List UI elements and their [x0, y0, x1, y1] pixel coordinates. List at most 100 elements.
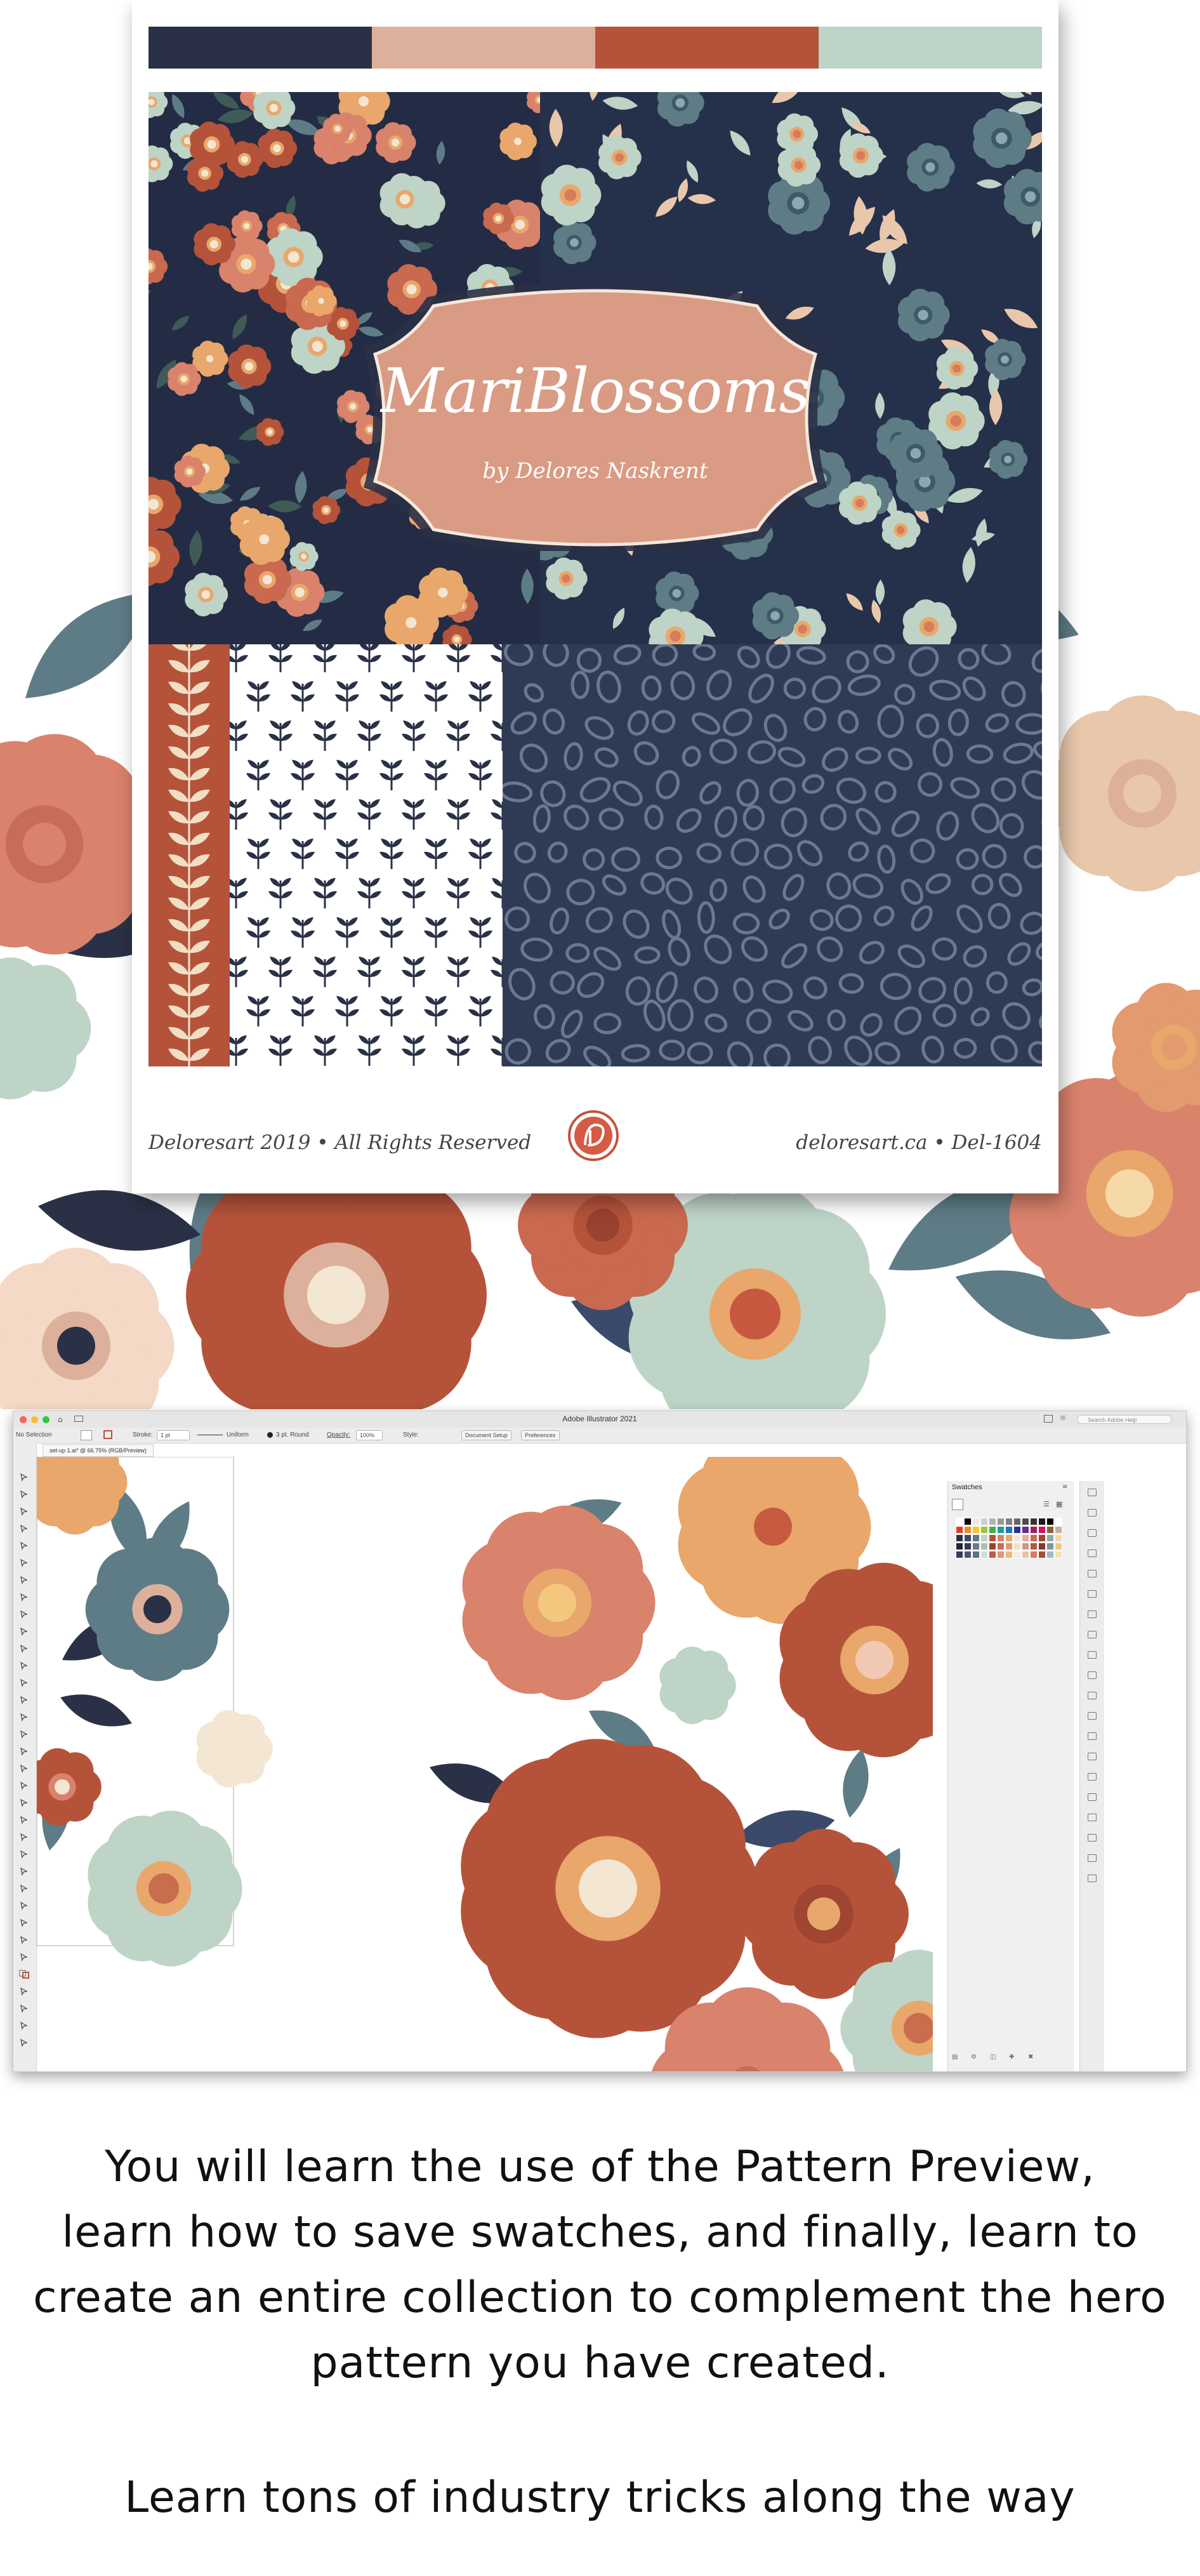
pen-tool-icon[interactable] — [19, 1541, 29, 1550]
color-swatch[interactable] — [1022, 1526, 1029, 1534]
edit-toolbar-icon[interactable] — [19, 2038, 29, 2047]
fill-color-icon[interactable] — [81, 1430, 92, 1440]
new-swatch-icon[interactable]: ✚ — [1009, 2054, 1014, 2061]
lightbulb-icon[interactable]: ☼ — [1059, 1414, 1067, 1423]
appearance-panel-icon[interactable] — [1088, 1671, 1097, 1679]
color-swatch[interactable] — [1046, 1534, 1054, 1542]
swatch-options-icon[interactable]: ⚙ — [971, 2054, 977, 2061]
fill-swatch-icon[interactable] — [952, 1499, 963, 1510]
color-swatch[interactable] — [980, 1551, 988, 1558]
eyedropper-tool-icon[interactable] — [19, 1832, 29, 1842]
color-swatch[interactable] — [1030, 1543, 1038, 1550]
document-tab[interactable]: set-up 1.ai* @ 66.75% (RGB/Preview) — [43, 1444, 154, 1457]
color-swatch[interactable] — [1022, 1518, 1029, 1525]
drawing-modes-icon[interactable] — [19, 2003, 29, 2013]
panel-menu-icon[interactable]: ≡ — [1062, 1484, 1067, 1490]
transparency-panel-icon[interactable] — [1088, 1651, 1097, 1659]
color-swatch[interactable] — [1030, 1526, 1038, 1534]
character-panel-icon[interactable] — [1088, 1814, 1097, 1821]
shape-builder-tool-icon[interactable] — [19, 1763, 29, 1773]
libraries-panel-icon[interactable] — [1088, 1509, 1097, 1517]
stroke-profile-label[interactable]: Uniform — [227, 1431, 249, 1438]
color-swatch[interactable] — [1038, 1543, 1046, 1550]
brush-definition-label[interactable]: 3 pt. Round — [276, 1431, 309, 1438]
type-tool-icon[interactable] — [19, 1575, 29, 1584]
color-swatch[interactable] — [956, 1551, 963, 1558]
color-panel-icon[interactable] — [1088, 1570, 1097, 1577]
symbols-panel-icon[interactable] — [1088, 1732, 1097, 1740]
color-swatch[interactable] — [956, 1543, 963, 1550]
color-swatch[interactable] — [989, 1534, 996, 1542]
color-swatch[interactable] — [1005, 1518, 1013, 1525]
color-swatch[interactable] — [972, 1526, 980, 1534]
pathfinder-panel-icon[interactable] — [1088, 1773, 1097, 1781]
document-setup-button[interactable]: Document Setup — [461, 1430, 512, 1440]
shaper-tool-icon[interactable] — [19, 1643, 29, 1653]
color-swatch[interactable] — [1046, 1518, 1054, 1525]
color-swatch[interactable] — [1022, 1543, 1029, 1550]
color-swatch[interactable] — [1046, 1526, 1054, 1534]
blend-tool-icon[interactable] — [19, 1849, 29, 1859]
color-swatch[interactable] — [997, 1534, 1005, 1542]
symbol-sprayer-tool-icon[interactable] — [19, 1866, 29, 1876]
color-swatch[interactable] — [997, 1551, 1005, 1558]
color-swatch[interactable] — [1055, 1526, 1062, 1534]
stroke-color-icon[interactable] — [103, 1430, 112, 1439]
curvature-tool-icon[interactable] — [19, 1558, 29, 1567]
brushes-panel-icon[interactable] — [1088, 1712, 1097, 1720]
help-search-input[interactable]: Search Adobe Help — [1077, 1415, 1172, 1424]
direct-selection-tool-icon[interactable] — [19, 1489, 29, 1499]
gradient-tool-icon[interactable] — [19, 1815, 29, 1824]
color-swatch[interactable] — [1005, 1526, 1013, 1534]
color-swatch[interactable] — [972, 1543, 980, 1550]
free-transform-tool-icon[interactable] — [19, 1746, 29, 1756]
color-swatch[interactable] — [997, 1543, 1005, 1550]
color-swatch[interactable] — [1046, 1543, 1054, 1550]
color-swatch[interactable] — [980, 1534, 988, 1542]
color-swatch[interactable] — [1030, 1518, 1038, 1525]
scale-tool-icon[interactable] — [19, 1712, 29, 1722]
links-panel-icon[interactable] — [1088, 1854, 1097, 1862]
color-swatch[interactable] — [1055, 1551, 1062, 1558]
gradient-panel-icon[interactable] — [1088, 1610, 1097, 1618]
selection-tool-icon[interactable] — [19, 1472, 29, 1482]
color-swatch[interactable] — [989, 1543, 996, 1550]
color-swatch[interactable] — [972, 1518, 980, 1525]
color-swatch[interactable] — [980, 1543, 988, 1550]
color-swatch[interactable] — [1013, 1518, 1021, 1525]
color-swatch[interactable] — [956, 1534, 963, 1542]
artboard-canvas[interactable] — [37, 1457, 933, 2071]
opacity-field[interactable]: 100% — [356, 1430, 383, 1440]
column-graph-tool-icon[interactable] — [19, 1883, 29, 1893]
perspective-grid-tool-icon[interactable] — [19, 1781, 29, 1790]
color-swatch[interactable] — [964, 1518, 972, 1525]
color-swatch[interactable] — [1005, 1551, 1013, 1558]
color-swatch[interactable] — [1055, 1543, 1062, 1550]
color-swatch[interactable] — [989, 1551, 996, 1558]
color-swatch[interactable] — [972, 1551, 980, 1558]
color-swatch[interactable] — [1038, 1526, 1046, 1534]
color-swatch[interactable] — [1055, 1518, 1062, 1525]
screen-mode-icon[interactable] — [19, 2021, 29, 2030]
color-swatch[interactable] — [1022, 1551, 1029, 1558]
artboard-tool-icon[interactable] — [19, 1901, 29, 1910]
graphic-styles-panel-icon[interactable] — [1088, 1692, 1097, 1699]
color-swatch[interactable] — [1055, 1534, 1062, 1542]
hand-tool-icon[interactable] — [19, 1935, 29, 1944]
color-swatch[interactable] — [997, 1526, 1005, 1534]
thumbnail-view-icon[interactable]: ▦ — [1056, 1500, 1062, 1508]
color-guide-panel-icon[interactable] — [1088, 1590, 1097, 1598]
color-swatch[interactable] — [964, 1534, 972, 1542]
color-swatch[interactable] — [997, 1518, 1005, 1525]
magic-wand-tool-icon[interactable] — [19, 1506, 29, 1516]
rectangle-tool-icon[interactable] — [19, 1609, 29, 1619]
paragraph-panel-icon[interactable] — [1088, 1834, 1097, 1842]
color-swatch[interactable] — [1038, 1534, 1046, 1542]
stroke-panel-icon[interactable] — [1088, 1631, 1097, 1638]
delete-swatch-icon[interactable]: ✖ — [1028, 2054, 1033, 2061]
color-swatch[interactable] — [989, 1526, 996, 1534]
navigator-panel-icon[interactable] — [1088, 1875, 1097, 1882]
paintbrush-tool-icon[interactable] — [19, 1626, 29, 1636]
color-swatch[interactable] — [1030, 1534, 1038, 1542]
color-swatch[interactable] — [964, 1526, 972, 1534]
